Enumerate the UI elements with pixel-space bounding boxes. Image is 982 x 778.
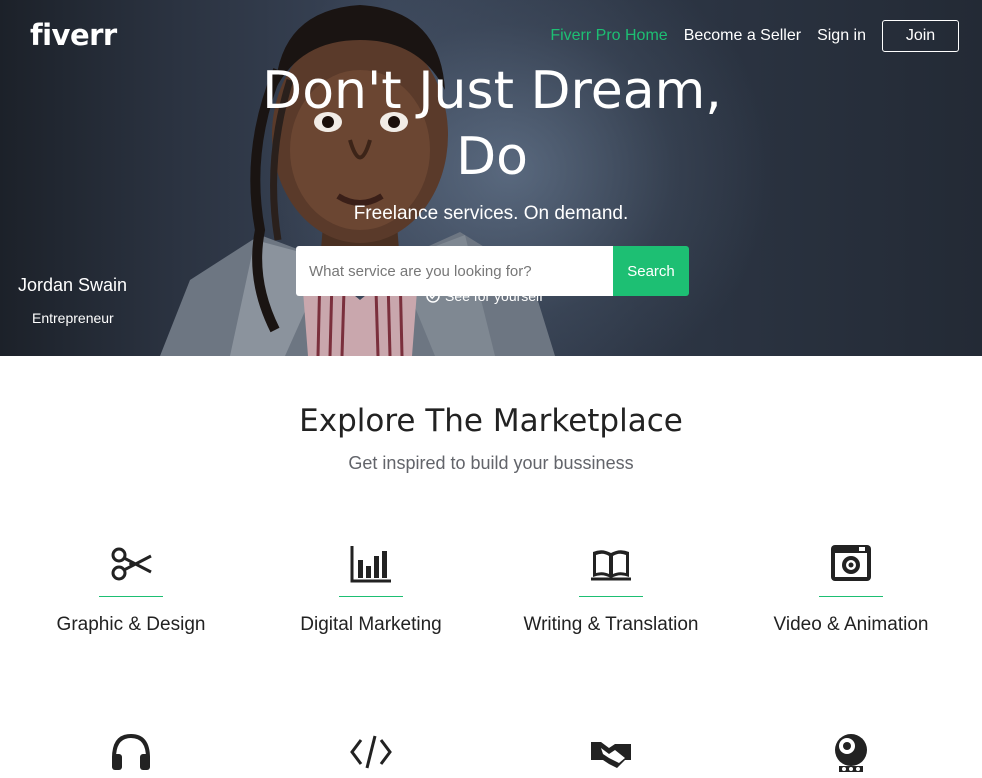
hero-headline-line2: Do — [456, 127, 528, 187]
category-underline — [339, 596, 403, 597]
headphones-icon — [112, 733, 150, 770]
join-button[interactable]: Join — [882, 20, 959, 52]
category-fun-lifestyle[interactable] — [731, 730, 971, 774]
marketplace-title: Explore The Marketplace — [299, 403, 683, 439]
category-digital-marketing[interactable]: Digital Marketing — [251, 542, 491, 636]
category-writing-translation[interactable]: Writing & Translation — [491, 542, 731, 636]
category-label: Video & Animation — [773, 614, 929, 635]
search-bar: Search — [296, 246, 689, 296]
hero-headline: Don't Just Dream, Do — [252, 58, 732, 190]
category-underline — [819, 596, 883, 597]
hero-headline-line1: Don't Just Dream, — [262, 61, 722, 121]
search-input[interactable] — [296, 246, 613, 296]
scissors-icon — [111, 547, 152, 581]
become-seller-link[interactable]: Become a Seller — [684, 27, 801, 45]
sign-in-link[interactable]: Sign in — [817, 27, 866, 45]
category-music-audio[interactable] — [11, 730, 251, 774]
top-nav: Fiverr Pro Home Become a Seller Sign in … — [550, 20, 959, 52]
camera-icon — [831, 545, 871, 581]
open-book-icon — [591, 550, 631, 581]
hero-subhead: Freelance services. On demand. — [353, 203, 629, 224]
fiverr-logo[interactable]: fiverr — [30, 18, 117, 52]
category-label: Digital Marketing — [300, 614, 442, 635]
category-programming-tech[interactable] — [251, 730, 491, 774]
category-video-animation[interactable]: Video & Animation — [731, 542, 971, 636]
category-graphic-design[interactable]: Graphic & Design — [11, 542, 251, 636]
handshake-icon — [591, 742, 631, 768]
mascot-icon — [835, 734, 867, 772]
category-underline — [579, 596, 643, 597]
bar-chart-icon — [350, 546, 391, 583]
category-underline — [99, 596, 163, 597]
code-icon — [350, 735, 392, 769]
hero-caption-name: Jordan Swain — [18, 275, 128, 295]
category-label: Writing & Translation — [523, 614, 699, 635]
category-business[interactable] — [491, 730, 731, 774]
hero-banner: fiverr Fiverr Pro Home Become a Seller S… — [0, 0, 982, 356]
category-label: Graphic & Design — [56, 614, 206, 635]
fiverr-pro-home-link[interactable]: Fiverr Pro Home — [550, 27, 667, 45]
hero-caption-role: Entrepreneur — [32, 310, 114, 326]
marketplace-subtitle: Get inspired to build your bussiness — [348, 453, 634, 473]
search-button[interactable]: Search — [613, 246, 689, 296]
